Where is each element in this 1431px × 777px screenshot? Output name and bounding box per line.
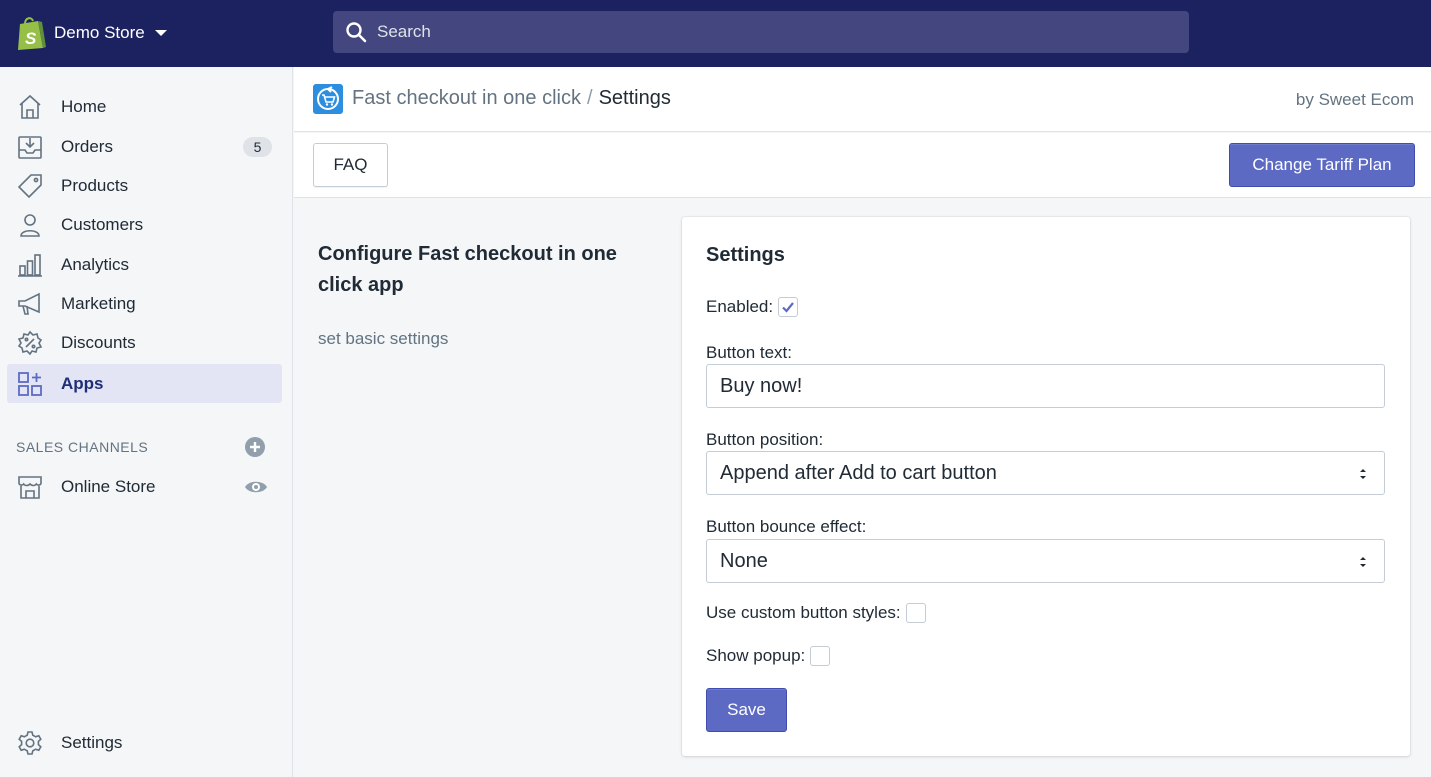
- discount-icon: [17, 330, 43, 356]
- section-description: set basic settings: [318, 329, 449, 348]
- checkmark-icon: [782, 302, 794, 313]
- show-popup-checkbox[interactable]: [810, 646, 831, 666]
- search-input[interactable]: [377, 22, 1157, 42]
- faq-button[interactable]: FAQ: [313, 143, 388, 187]
- sidebar-item-label: Analytics: [61, 254, 130, 274]
- sidebar-item-label: Discounts: [61, 332, 136, 352]
- sidebar-item-apps[interactable]: Apps: [7, 364, 282, 403]
- show-popup-row: Show popup:: [706, 646, 831, 666]
- bounce-effect-value: None: [720, 549, 768, 572]
- enabled-label: Enabled:: [706, 297, 774, 316]
- select-arrows-icon: [1360, 469, 1366, 479]
- tag-icon: [17, 174, 42, 199]
- custom-styles-label: Use custom button styles:: [706, 603, 901, 622]
- button-text-field[interactable]: Buy now!: [706, 364, 1385, 408]
- apps-icon: [18, 372, 42, 396]
- sidebar-item-orders[interactable]: Orders 5: [7, 127, 282, 166]
- page-title: Settings: [598, 87, 671, 109]
- sidebar-item-label: Customers: [61, 214, 144, 234]
- developer-credit: by Sweet Ecom: [1295, 90, 1414, 109]
- sidebar-item-label: Home: [61, 96, 107, 116]
- gear-icon: [18, 731, 42, 755]
- button-position-value: Append after Add to cart button: [720, 461, 997, 484]
- app-toolbar: FAQ Change Tariff Plan: [294, 133, 1431, 198]
- settings-card: Settings Enabled: Button text: Buy now! …: [682, 217, 1410, 756]
- bar-chart-icon: [18, 254, 42, 277]
- change-tariff-plan-button[interactable]: Change Tariff Plan: [1229, 143, 1415, 187]
- megaphone-icon: [18, 292, 40, 315]
- store-name: Demo Store: [54, 23, 145, 42]
- save-button[interactable]: Save: [706, 688, 787, 732]
- select-arrows-icon: [1360, 557, 1366, 567]
- sidebar-item-settings[interactable]: Settings: [7, 723, 282, 762]
- sidebar-item-online-store[interactable]: Online Store: [7, 467, 282, 506]
- breadcrumb-separator: /: [587, 87, 593, 109]
- sales-channels-heading: SALES CHANNELS: [16, 439, 149, 455]
- enabled-checkbox[interactable]: [778, 297, 799, 317]
- sidebar-item-label: Online Store: [61, 476, 156, 496]
- sidebar-item-discounts[interactable]: Discounts: [7, 323, 282, 362]
- search-bar[interactable]: [333, 11, 1189, 53]
- breadcrumb: Fast checkout in one click / Settings: [352, 87, 671, 110]
- sidebar-item-label: Orders: [61, 136, 113, 156]
- app-header: Fast checkout in one click / Settings by S…: [294, 67, 1431, 132]
- sidebar-item-marketing[interactable]: Marketing: [7, 284, 282, 323]
- fast-checkout-app-icon: [313, 84, 343, 114]
- plus-circle-icon[interactable]: [244, 436, 266, 458]
- orders-icon: [18, 136, 42, 159]
- top-bar: S Demo Store: [0, 0, 1431, 67]
- button-position-label: Button position:: [706, 430, 824, 449]
- sidebar-item-label: Products: [61, 175, 129, 195]
- sidebar-item-label: Apps: [61, 373, 104, 393]
- sidebar-item-products[interactable]: Products: [7, 166, 282, 205]
- sidebar-item-home[interactable]: Home: [7, 87, 282, 126]
- sidebar-item-analytics[interactable]: Analytics: [7, 245, 282, 284]
- orders-count-badge: 5: [243, 137, 272, 157]
- enabled-row: Enabled:: [706, 297, 799, 317]
- bounce-effect-label: Button bounce effect:: [706, 517, 867, 536]
- svg-text:S: S: [25, 29, 37, 48]
- button-text-label: Button text:: [706, 343, 792, 362]
- custom-styles-checkbox[interactable]: [905, 603, 926, 623]
- button-position-select[interactable]: Append after Add to cart button: [706, 451, 1385, 495]
- custom-styles-row: Use custom button styles:: [706, 603, 926, 623]
- sidebar-item-label: Settings: [61, 732, 123, 752]
- breadcrumb-app-link[interactable]: Fast checkout in one click: [352, 87, 581, 109]
- sidebar-item-customers[interactable]: Customers: [7, 205, 282, 244]
- bounce-effect-select[interactable]: None: [706, 539, 1385, 583]
- home-icon: [19, 94, 41, 119]
- main-content: Fast checkout in one click / Settings by S…: [294, 67, 1431, 777]
- section-heading: Configure Fast checkout in one click app: [318, 243, 617, 296]
- eye-icon[interactable]: [244, 476, 268, 498]
- chevron-down-icon: [154, 30, 167, 36]
- person-icon: [20, 214, 40, 237]
- sidebar: Home Orders 5 Products Customers Analyti…: [0, 67, 293, 777]
- show-popup-label: Show popup:: [706, 646, 806, 665]
- store-icon: [18, 476, 42, 499]
- shopify-bag-icon: S: [18, 17, 46, 50]
- search-icon: [346, 22, 367, 43]
- sidebar-item-label: Marketing: [61, 293, 136, 313]
- store-switcher[interactable]: S Demo Store: [16, 14, 167, 52]
- card-title: Settings: [706, 244, 785, 266]
